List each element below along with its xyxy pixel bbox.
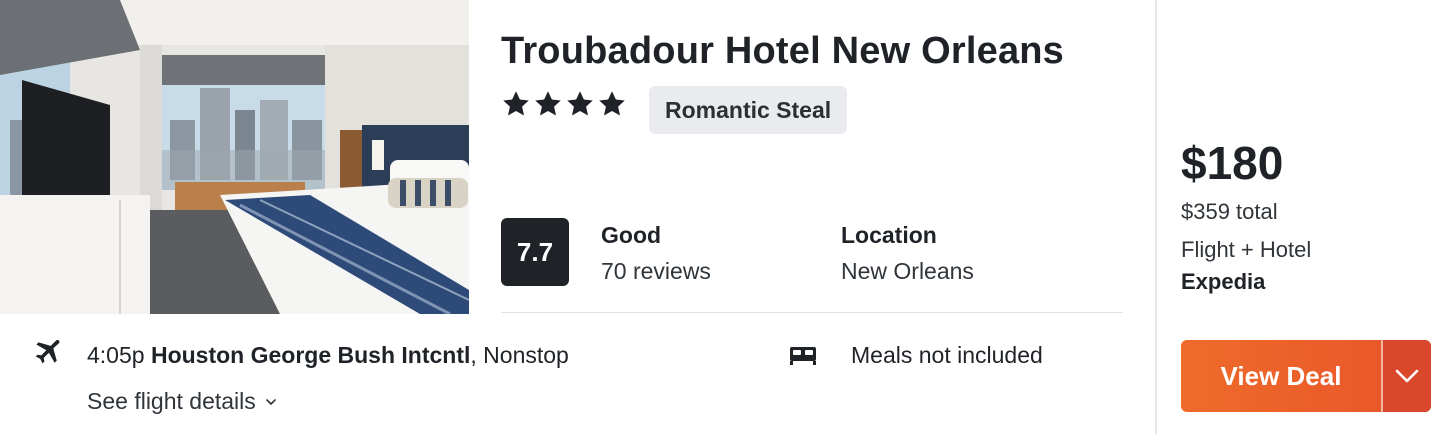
hotel-name[interactable]: Troubadour Hotel New Orleans [501, 30, 1064, 73]
review-count[interactable]: 70 reviews [601, 258, 711, 285]
flight-details-label: See flight details [87, 388, 256, 414]
star-icon [599, 91, 625, 116]
flight-stops: , Nonstop [470, 342, 569, 368]
provider-name: Expedia [1181, 269, 1266, 294]
airplane-icon [35, 339, 60, 364]
star-icon [567, 91, 593, 116]
star-icon [535, 91, 561, 116]
nightly-price: $180 [1181, 137, 1284, 189]
star-rating [501, 89, 627, 119]
star-icon [503, 91, 529, 116]
location-label: Location [841, 222, 937, 248]
rating-label: Good [601, 222, 662, 248]
departure-airport: Houston George Bush Intcntl [150, 342, 471, 368]
hotel-photo[interactable] [0, 0, 469, 314]
deal-badge: Romantic Steal [649, 86, 848, 134]
location-value: New Orleans [841, 258, 974, 284]
see-flight-details-link[interactable]: See flight details [87, 388, 278, 415]
chevron-down-icon [1395, 369, 1419, 383]
view-deal-button-group: View Deal [1181, 340, 1431, 412]
flight-summary: 4:05p Houston George Bush Intcntl, Nonst… [87, 342, 569, 369]
bed-icon [790, 347, 816, 365]
total-price: $359 total [1181, 199, 1278, 224]
review-score: 7.7 [501, 218, 569, 286]
departure-time: 4:05p [87, 342, 145, 368]
chevron-down-icon [265, 398, 276, 405]
hotel-result-card[interactable]: Troubadour Hotel New Orleans Romantic St… [0, 0, 1450, 434]
more-deals-dropdown[interactable] [1383, 340, 1431, 412]
meals-info: Meals not included [851, 342, 1043, 368]
column-divider [1155, 0, 1157, 434]
section-divider [501, 312, 1123, 313]
view-deal-button[interactable]: View Deal [1181, 340, 1381, 412]
package-type: Flight + Hotel [1181, 237, 1312, 262]
